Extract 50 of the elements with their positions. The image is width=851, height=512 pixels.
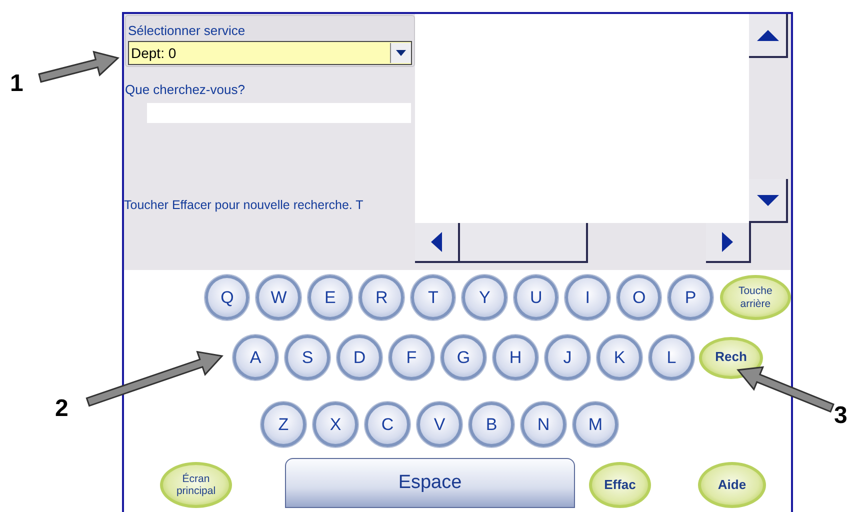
key[interactable]: P	[668, 275, 713, 320]
key[interactable]: B	[469, 402, 514, 447]
up-triangle-icon	[756, 30, 778, 40]
key[interactable]: J	[545, 335, 590, 380]
search-label: Que cherchez-vous?	[125, 82, 246, 97]
space-button[interactable]: Espace	[285, 458, 575, 508]
right-triangle-icon	[722, 232, 733, 252]
action-button[interactable]: Écran principal	[160, 462, 232, 508]
callout-number: 2	[55, 395, 68, 423]
search-field[interactable]	[147, 103, 411, 123]
key[interactable]: W	[256, 275, 301, 320]
key[interactable]: R	[359, 275, 404, 320]
key[interactable]: O	[616, 275, 662, 320]
department-label: Sélectionner service	[128, 23, 246, 38]
key[interactable]: A	[233, 335, 278, 380]
dropdown-caret-icon[interactable]	[390, 43, 411, 63]
key[interactable]: T	[410, 275, 456, 320]
key[interactable]: Q	[205, 275, 250, 320]
key[interactable]: E	[308, 275, 352, 320]
key[interactable]: L	[649, 335, 694, 380]
department-dropdown[interactable]: Dept: 0	[128, 41, 412, 65]
key[interactable]: Z	[261, 402, 306, 447]
key[interactable]: N	[521, 402, 566, 447]
key[interactable]: U	[514, 275, 558, 320]
scroll-down-button[interactable]	[749, 179, 788, 223]
down-triangle-icon	[756, 194, 778, 206]
key[interactable]: D	[337, 335, 382, 380]
callout-number: 1	[10, 70, 24, 98]
action-button[interactable]: Rech	[699, 336, 763, 378]
action-button[interactable]: Effac	[589, 462, 651, 508]
scroll-up-button[interactable]	[749, 14, 788, 58]
left-triangle-icon	[431, 232, 442, 252]
scroll-left-button[interactable]	[415, 223, 460, 263]
key[interactable]: I	[565, 275, 610, 320]
key[interactable]: C	[365, 402, 410, 447]
key[interactable]: S	[285, 335, 330, 380]
callout-number: 3	[834, 402, 848, 430]
hint-text: Toucher Effacer pour nouvelle recherche. T	[124, 198, 364, 212]
key[interactable]: F	[389, 335, 434, 380]
key[interactable]: V	[417, 402, 462, 447]
key[interactable]: K	[597, 335, 642, 380]
key[interactable]: G	[441, 335, 486, 380]
action-button[interactable]: Aide	[698, 462, 766, 508]
scroll-right-button[interactable]	[706, 223, 751, 263]
key[interactable]: X	[313, 402, 358, 447]
action-button[interactable]: Touche arrière	[720, 275, 791, 320]
key[interactable]: M	[573, 402, 618, 447]
key[interactable]: H	[493, 335, 538, 380]
scrollbar-thumb[interactable]	[460, 223, 588, 263]
key[interactable]: Y	[462, 275, 507, 320]
